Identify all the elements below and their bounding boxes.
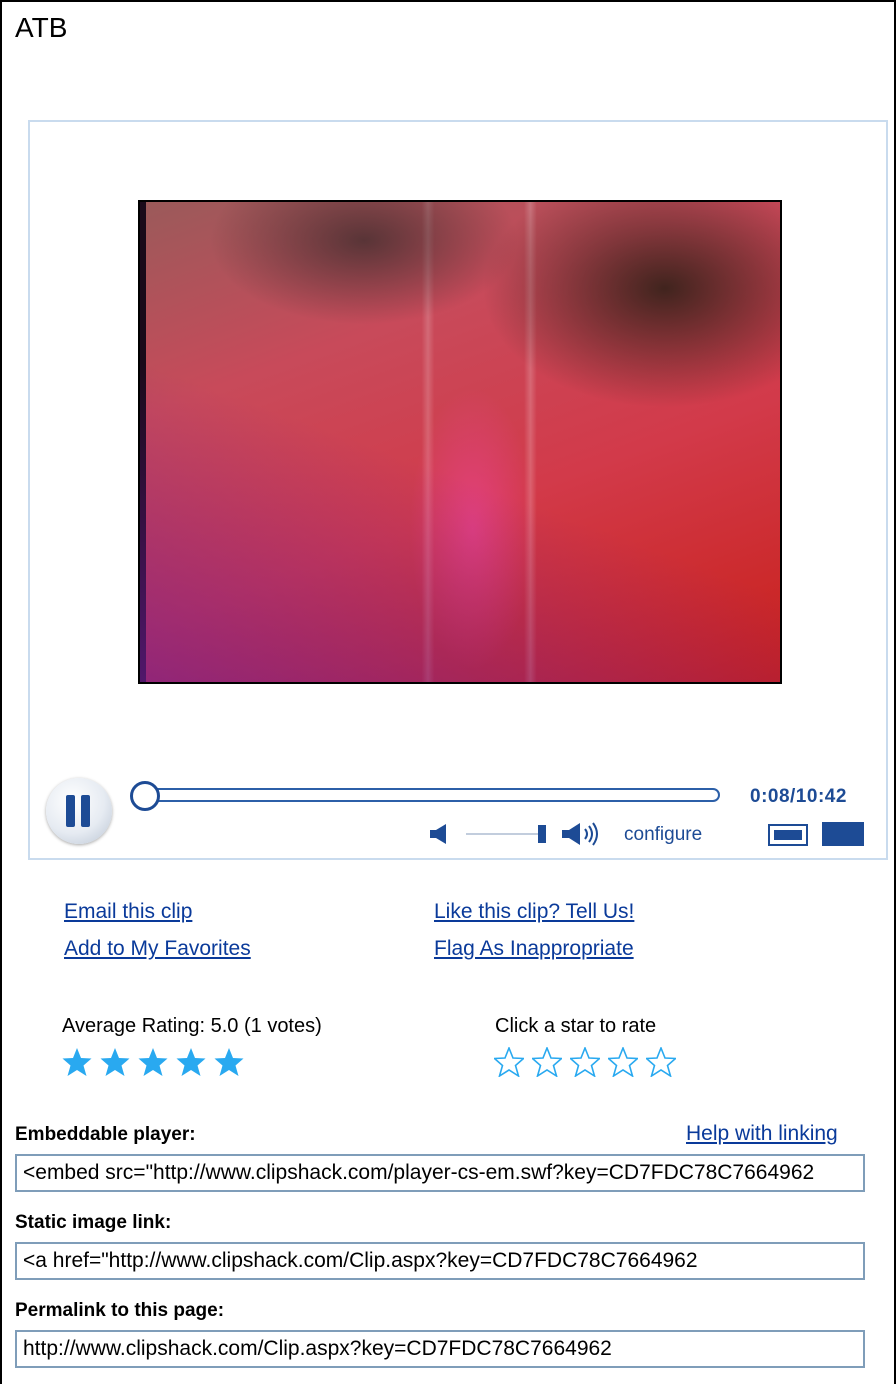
large-size-button[interactable] [822,822,864,846]
volume-slider[interactable] [466,833,544,835]
configure-button[interactable]: configure [624,824,702,846]
static-image-label: Static image link: [15,1212,172,1233]
add-favorites-link[interactable]: Add to My Favorites [64,937,251,961]
filled-star-icon [214,1048,244,1076]
help-linking-link[interactable]: Help with linking [686,1122,838,1146]
volume-knob[interactable] [538,825,546,843]
speaker-low-icon[interactable] [428,822,450,846]
filled-star-icon [62,1048,92,1076]
pause-button[interactable] [46,778,112,844]
rate-star-5-icon[interactable] [646,1047,676,1077]
flag-inappropriate-link[interactable]: Flag As Inappropriate [434,937,634,961]
static-image-code-field[interactable]: <a href="http://www.clipshack.com/Clip.a… [15,1242,865,1280]
email-clip-link[interactable]: Email this clip [64,900,192,924]
embeddable-player-label: Embeddable player: [15,1124,196,1145]
normal-size-button[interactable] [768,824,808,846]
progress-knob[interactable] [130,781,160,811]
video-edge [140,202,146,682]
rate-star-4-icon[interactable] [608,1047,638,1077]
video-frame[interactable] [138,200,782,684]
embed-code-field[interactable]: <embed src="http://www.clipshack.com/pla… [15,1154,865,1192]
permalink-field[interactable]: http://www.clipshack.com/Clip.aspx?key=C… [15,1330,865,1368]
like-clip-link[interactable]: Like this clip? Tell Us! [434,900,634,924]
rate-star-1-icon[interactable] [494,1047,524,1077]
page-title: ATB [15,12,68,43]
speaker-high-icon[interactable] [560,820,606,848]
filled-star-icon [176,1048,206,1076]
time-display: 0:08/10:42 [750,786,847,807]
rate-prompt: Click a star to rate [495,1015,657,1037]
average-rating-label: Average Rating: 5.0 (1 votes) [62,1015,322,1037]
rate-stars [494,1047,676,1077]
filled-star-icon [138,1048,168,1076]
video-player: 0:08/10:42 configure [28,120,888,860]
progress-bar[interactable] [142,788,720,802]
rate-star-2-icon[interactable] [532,1047,562,1077]
average-rating-stars [62,1047,244,1077]
filled-star-icon [100,1048,130,1076]
rate-star-3-icon[interactable] [570,1047,600,1077]
permalink-label: Permalink to this page: [15,1300,225,1321]
